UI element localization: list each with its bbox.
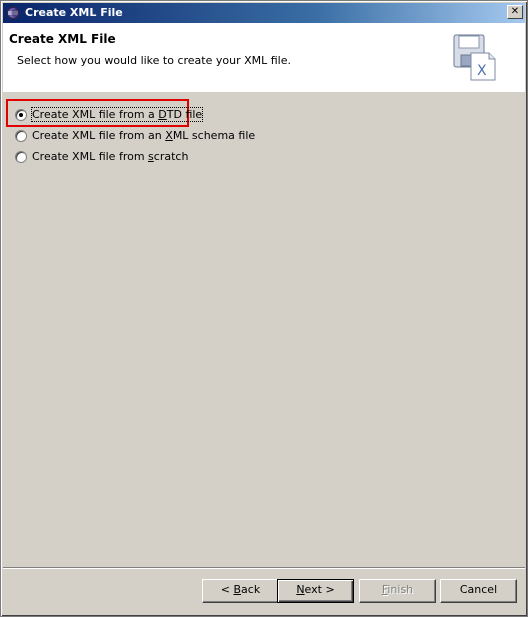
- option-label-from-dtd: Create XML file from a DTD file: [30, 107, 204, 122]
- svg-text:X: X: [477, 63, 487, 79]
- banner-separator: [3, 91, 525, 92]
- finish-button[interactable]: Finish: [359, 579, 436, 603]
- next-button[interactable]: Next >: [277, 579, 354, 603]
- close-icon: ✕: [510, 6, 520, 17]
- option-label-from-scratch: Create XML file from scratch: [32, 150, 189, 163]
- button-bar-separator: [3, 567, 525, 569]
- create-xml-file-dialog: Create XML File ✕ Create XML File Select…: [0, 0, 528, 617]
- eclipse-icon: [6, 6, 20, 20]
- radio-from-scratch[interactable]: [15, 151, 27, 163]
- window-title: Create XML File: [25, 6, 123, 19]
- xml-file-wizard-icon: X: [453, 34, 496, 81]
- title-bar[interactable]: Create XML File ✕: [3, 3, 525, 23]
- radio-from-schema[interactable]: [15, 130, 27, 142]
- back-button[interactable]: < Back: [202, 579, 279, 603]
- radio-from-dtd[interactable]: [15, 109, 27, 121]
- option-label-from-schema: Create XML file from an XML schema file: [32, 129, 256, 142]
- page-title: Create XML File: [9, 32, 116, 46]
- page-description: Select how you would like to create your…: [17, 54, 292, 67]
- cancel-button[interactable]: Cancel: [440, 579, 517, 603]
- close-button[interactable]: ✕: [507, 5, 523, 19]
- wizard-banner: Create XML File Select how you would lik…: [3, 23, 525, 92]
